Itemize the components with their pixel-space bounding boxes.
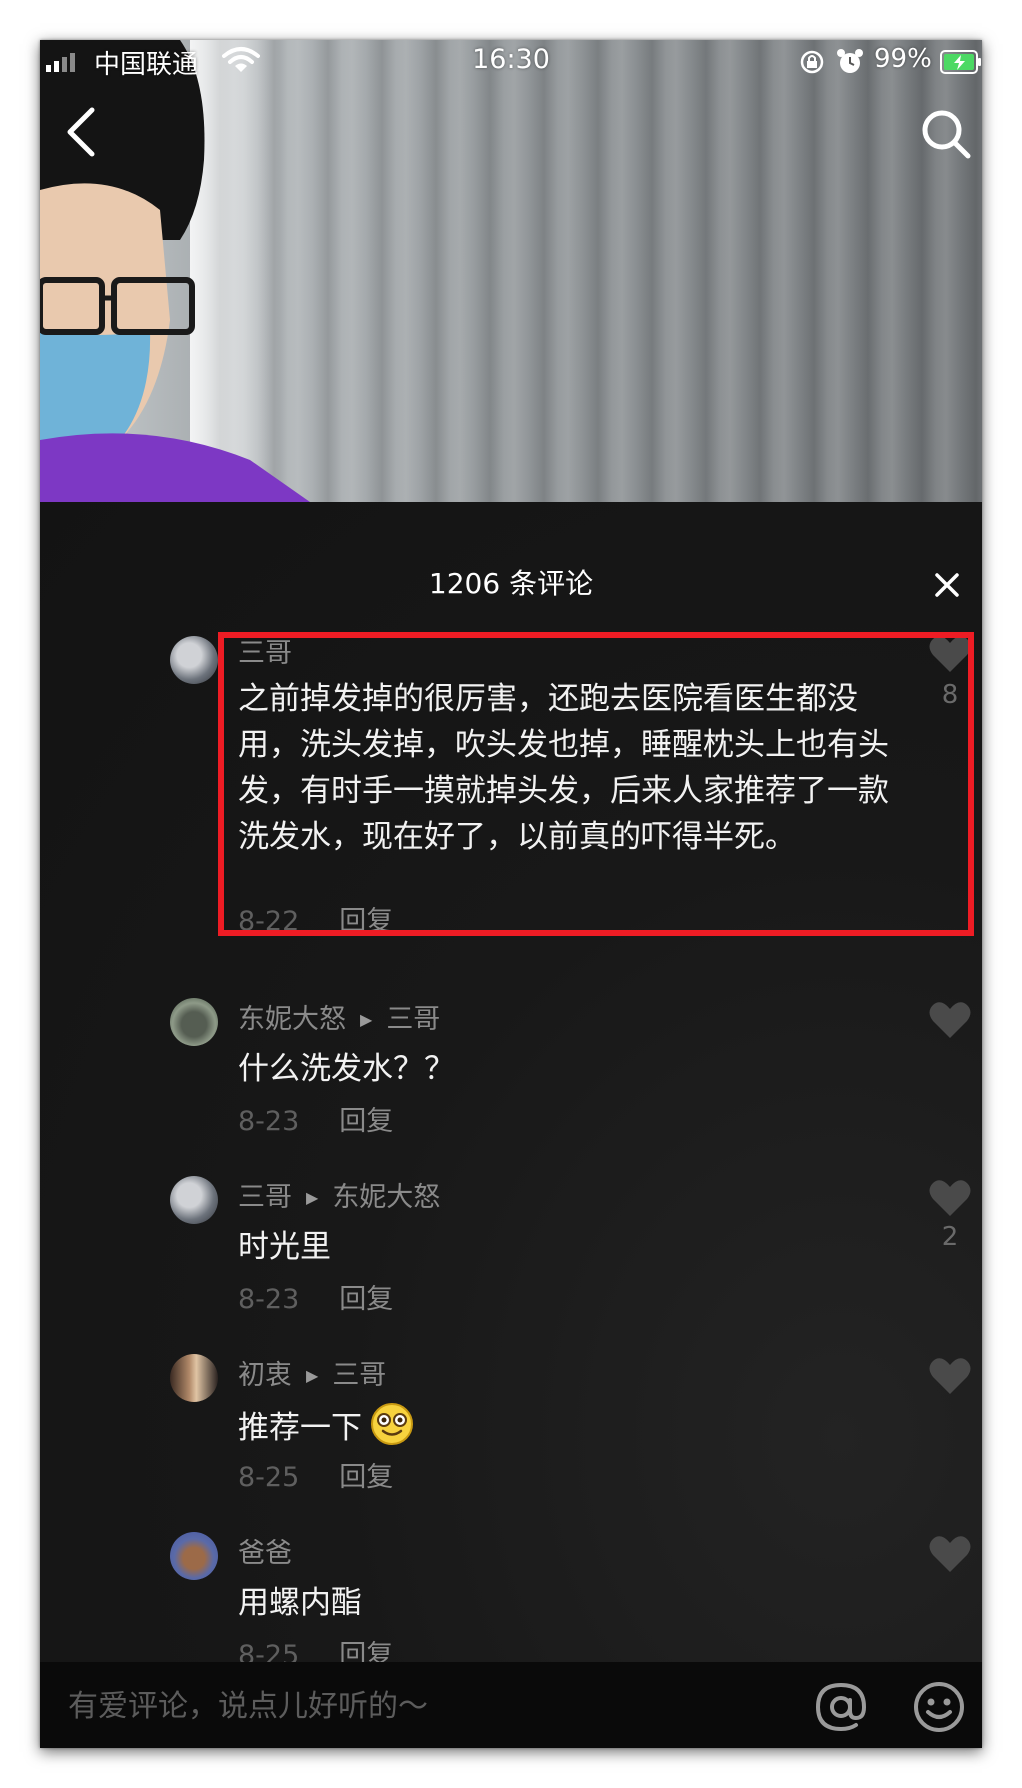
like-count: 2 — [941, 1222, 959, 1252]
avatar[interactable] — [170, 1176, 218, 1224]
comment-date: 8-23 — [238, 1106, 300, 1137]
comment-date: 8-25 — [238, 1462, 300, 1493]
reply-to-author[interactable]: 三哥 — [386, 1004, 440, 1035]
alarm-clock-icon — [837, 49, 863, 73]
comment-author-line: 初衷 ▶ 三哥 — [238, 1356, 386, 1396]
comment-author[interactable]: 东妮大怒 — [238, 1004, 346, 1035]
comment-input[interactable] — [66, 1682, 690, 1730]
comment-text: 用螺内酯 — [238, 1585, 362, 1621]
comments-count-title: 1206 条评论 — [428, 567, 594, 600]
battery-percentage: 99% — [874, 44, 932, 74]
phone-screen: 中国联通 16:30 99% 1206 条评论 三哥 8 之前掉发掉的很厉害，还… — [40, 40, 982, 1748]
highlight-annotation-box — [218, 632, 974, 936]
avatar[interactable] — [170, 998, 218, 1046]
avatar[interactable] — [170, 1532, 218, 1580]
heart-icon[interactable] — [928, 1534, 972, 1574]
close-icon[interactable] — [934, 572, 960, 598]
comment-item: 三哥 ▶ 东妮大怒 2 时光里 8-23 回复 — [40, 1176, 982, 1336]
emoji-icon[interactable] — [912, 1680, 966, 1734]
avatar[interactable] — [170, 1354, 218, 1402]
comment-author-line: 三哥 ▶ 东妮大怒 — [238, 1178, 440, 1218]
reply-arrow-icon: ▶ — [306, 1188, 319, 1207]
heart-icon[interactable] — [928, 1000, 972, 1040]
comment-author[interactable]: 爸爸 — [238, 1538, 292, 1569]
at-icon[interactable] — [814, 1680, 868, 1734]
back-button[interactable] — [62, 104, 102, 160]
reply-arrow-icon: ▶ — [360, 1010, 373, 1029]
comment-meta: 8-23 回复 — [238, 1280, 393, 1320]
comment-date: 8-23 — [238, 1284, 300, 1315]
reply-button[interactable]: 回复 — [339, 1462, 393, 1493]
comment-author-line: 东妮大怒 ▶ 三哥 — [238, 1000, 440, 1040]
comment-meta: 8-25 回复 — [238, 1458, 393, 1498]
comment-author[interactable]: 三哥 — [238, 1182, 292, 1213]
video-player[interactable]: 中国联通 16:30 99% — [40, 40, 982, 502]
smiling-face-emoji-icon — [371, 1403, 413, 1445]
battery-charging-icon — [940, 50, 981, 74]
comment-text: 时光里 — [238, 1229, 331, 1265]
reply-to-author[interactable]: 东妮大怒 — [332, 1182, 440, 1213]
reply-to-author[interactable]: 三哥 — [332, 1360, 386, 1391]
comment-item: 爸爸 用螺内酯 8-25 回复 — [40, 1532, 982, 1671]
status-bar: 中国联通 16:30 99% — [40, 40, 982, 84]
heart-icon[interactable] — [928, 1356, 972, 1396]
comment-item: 东妮大怒 ▶ 三哥 什么洗发水？？ 8-23 回复 — [40, 998, 982, 1158]
comment-author-line: 爸爸 — [238, 1534, 292, 1574]
comment-text: 什么洗发水？？ — [238, 1051, 455, 1087]
reply-button[interactable]: 回复 — [339, 1106, 393, 1137]
reply-arrow-icon: ▶ — [306, 1366, 319, 1385]
reply-button[interactable]: 回复 — [339, 1284, 393, 1315]
rotation-lock-icon — [800, 50, 824, 74]
heart-icon[interactable] — [928, 1178, 972, 1218]
search-icon[interactable] — [918, 106, 974, 162]
comment-text: 推荐一下 — [238, 1402, 888, 1451]
comment-text-content: 推荐一下 — [238, 1410, 362, 1446]
comment-input-bar — [40, 1662, 982, 1748]
comment-author[interactable]: 初衷 — [238, 1360, 292, 1391]
comment-item: 初衷 ▶ 三哥 推荐一下 8-25 回复 — [40, 1354, 982, 1514]
avatar[interactable] — [170, 636, 218, 684]
comment-meta: 8-23 回复 — [238, 1102, 393, 1142]
